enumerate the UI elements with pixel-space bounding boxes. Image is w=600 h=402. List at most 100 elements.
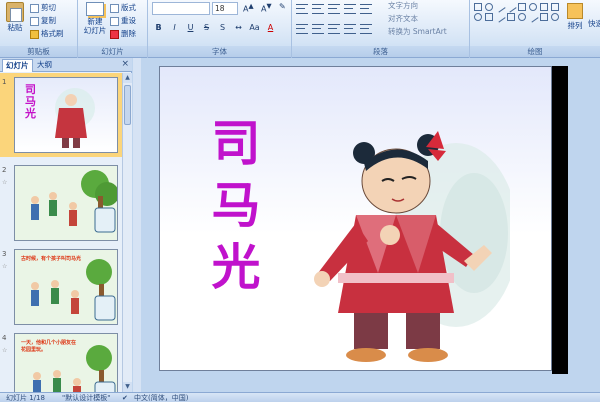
oval-shape-icon[interactable] [551,13,559,21]
oval-shape-icon[interactable] [474,13,482,21]
shapes-gallery[interactable] [474,1,559,23]
slide-thumbnail[interactable]: 2 ☆ [0,161,122,245]
paste-label: 粘贴 [7,23,23,32]
slide-thumbnail[interactable]: 1 司马光 [0,73,122,157]
rectangle-shape-icon[interactable] [540,13,548,21]
reset-icon [110,16,119,26]
bullets-icon[interactable] [296,4,308,14]
thumbnail-caption: 一天，他和几个小朋友在 [21,340,77,346]
align-left-icon[interactable] [296,24,308,34]
text-direction-button[interactable]: 文字方向 [388,0,418,11]
close-panel-icon[interactable]: × [121,59,129,69]
cut-label: 剪切 [41,3,56,12]
increase-indent-icon[interactable] [344,4,356,14]
reset-button[interactable]: 重设 [110,15,136,27]
thumbnail-image [14,165,118,241]
font-name-combo[interactable] [152,2,210,15]
rectangle-shape-icon[interactable] [540,3,548,11]
boy-thumbnail-illustration [55,88,95,148]
scissors-icon [30,3,39,13]
italic-button[interactable]: I [168,22,181,34]
layout-button[interactable]: 版式 [110,2,136,14]
current-slide[interactable]: 司马光 [159,66,552,371]
line-shape-icon[interactable] [494,11,506,23]
new-slide-icon [86,2,104,16]
oval-shape-icon[interactable] [485,3,493,11]
delete-icon [110,29,119,39]
panel-scrollbar[interactable]: ▲ ▼ [122,73,132,392]
drawing-group-label: 绘图 [470,46,600,57]
reset-label: 重设 [121,16,136,25]
status-bar: 幻灯片 1/18 "默认设计模板" ✔ 中文(简体，中国) [0,392,600,402]
line-spacing-icon[interactable] [360,4,372,14]
paste-icon [6,2,24,22]
bold-button[interactable]: B [152,22,165,34]
slide-thumbnail[interactable]: 4 ☆ 一天，他和几个小朋友在 花园里玩。 [0,329,122,392]
delete-slide-button[interactable]: 删除 [110,28,136,40]
line-shape-icon[interactable] [527,11,539,23]
numbering-icon[interactable] [312,4,324,14]
arrange-button[interactable]: 排列 [562,3,588,31]
decrease-indent-icon[interactable] [328,4,340,14]
cut-button[interactable]: 剪切 [30,2,56,14]
rectangle-shape-icon[interactable] [551,3,559,11]
tab-outline[interactable]: 大纲 [34,59,55,72]
strikethrough-button[interactable]: S [200,22,213,34]
slide-number: 1 [2,78,7,86]
slide-title[interactable]: 司马光 [206,113,266,299]
list-row [296,4,372,14]
thumbnail-list: 1 司马光 2 ☆ 3 ☆ 古时候，有个孩子叫司马光 4 ☆ 一天，他和几个小朋… [0,73,122,392]
tab-slides[interactable]: 幻灯片 [2,59,33,72]
oval-shape-icon[interactable] [529,3,537,11]
thumbnail-image: 古时候，有个孩子叫司马光 [14,249,118,325]
panel-tabs: 幻灯片 大纲 × [0,58,132,72]
new-slide-button[interactable]: 新建 幻灯片 [82,2,108,42]
thumbnail-caption-2: 花园里玩。 [21,347,47,353]
justify-icon[interactable] [344,24,356,34]
clear-format-icon[interactable]: ✎ [279,2,286,11]
oval-shape-icon[interactable] [518,13,526,21]
grow-font-icon[interactable]: A▲ [243,2,254,14]
slide-shadow [552,66,568,374]
rectangle-shape-icon[interactable] [518,3,526,11]
vertical-ruler [133,58,141,392]
convert-smartart-button[interactable]: 转换为 SmartArt [388,26,447,37]
layout-icon [110,3,119,13]
line-shape-icon[interactable] [505,1,517,13]
rectangle-shape-icon[interactable] [474,3,482,11]
scroll-up-icon[interactable]: ▲ [123,73,132,83]
arrange-icon [567,3,583,19]
clipboard-group: 粘贴 剪切 复制 格式刷 剪贴板 [0,0,78,58]
garden-scene-illustration [15,166,117,240]
rectangle-shape-icon[interactable] [485,13,493,21]
format-painter-button[interactable]: 格式刷 [30,28,64,40]
language[interactable]: 中文(简体，中国) [134,393,188,402]
paragraph-group-label: 段落 [292,46,469,57]
format-row: B I U S S ↔ Aa A [152,22,277,34]
spell-check-icon[interactable]: ✔ [122,393,128,402]
slide-number: 3 [2,250,7,258]
animation-star-icon: ☆ [2,179,8,186]
change-case-icon[interactable]: Aa [248,22,261,34]
char-spacing-icon[interactable]: ↔ [232,22,245,34]
clipboard-group-label: 剪贴板 [0,46,77,57]
shrink-font-icon[interactable]: A▼ [261,2,272,14]
new-slide-label-2: 幻灯片 [83,26,107,35]
font-color-icon[interactable]: A [264,22,277,34]
font-size-combo[interactable]: 18 [212,2,238,15]
underline-button[interactable]: U [184,22,197,34]
align-center-icon[interactable] [312,24,324,34]
shadow-button[interactable]: S [216,22,229,34]
columns-icon[interactable] [360,24,372,34]
sima-guang-illustration[interactable] [278,123,510,369]
align-right-icon[interactable] [328,24,340,34]
scroll-thumb[interactable] [124,85,131,125]
quick-styles-button[interactable]: 快速 [588,18,600,29]
new-slide-label-1: 新建 [87,17,103,26]
slide-thumbnail[interactable]: 3 ☆ 古时候，有个孩子叫司马光 [0,245,122,329]
rectangle-shape-icon[interactable] [507,13,515,21]
scroll-down-icon[interactable]: ▼ [123,382,132,392]
copy-button[interactable]: 复制 [30,15,56,27]
paste-button[interactable]: 粘贴 [4,2,26,38]
align-text-button[interactable]: 对齐文本 [388,13,418,24]
